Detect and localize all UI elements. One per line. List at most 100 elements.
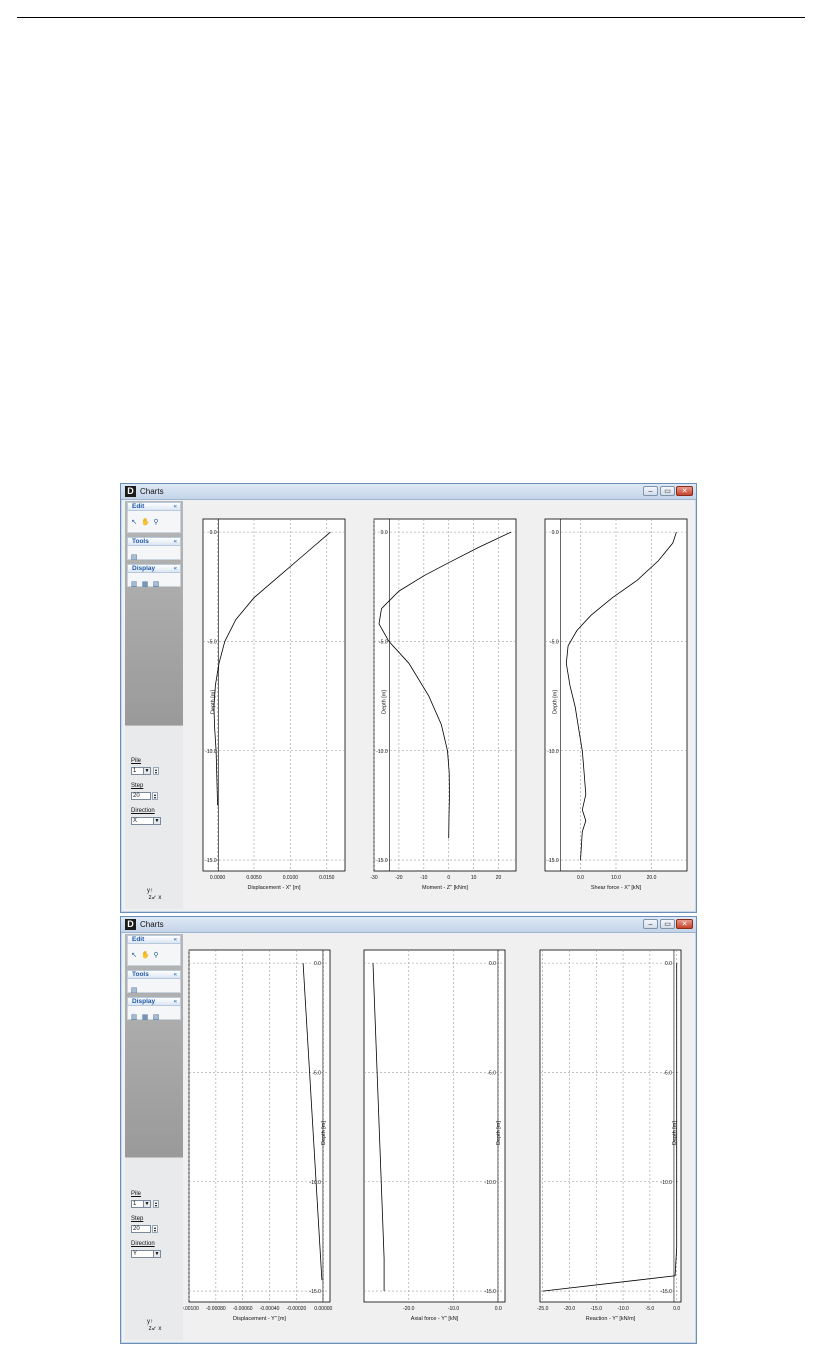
y-axis-label: Depth [m] xyxy=(321,1121,327,1145)
tools-panel: ▤ xyxy=(127,979,181,995)
tools-panel-label: Tools xyxy=(132,538,149,545)
chart-3: -0.00100 -0.00080 -0.00060 -0.00040 -0.00020… xyxy=(179,949,333,1322)
x-axis-label: Axial force - Y" [kN] xyxy=(411,1316,459,1322)
charts-window-y: D Charts – ▭ ✕ Edit « ↖✋⚲ ⚲⚲ Tools « ▤ D… xyxy=(120,916,697,1344)
sidebar: Edit « ↖✋⚲ ⚲⚲ Tools « ▤ Display « ▥▦▧ Pi… xyxy=(125,934,183,1340)
y-tick-label: 0.0 xyxy=(381,530,388,536)
window-title: Charts xyxy=(140,920,164,929)
x-tick-label: -0.00040 xyxy=(260,1306,280,1312)
pan-hand-icon[interactable]: ✋ xyxy=(141,952,150,960)
collapse-icon[interactable]: « xyxy=(174,971,177,979)
select-arrow-icon[interactable]: ↖ xyxy=(130,952,138,960)
export-icon[interactable]: ▤ xyxy=(130,987,138,995)
edit-panel-label: Edit xyxy=(132,936,145,943)
sidebar: Edit « ↖✋⚲ ⚲⚲ Tools « ▤ Display « ▥▦▧ Pi… xyxy=(125,501,183,909)
chevron-down-icon[interactable]: ▼ xyxy=(143,1200,151,1208)
x-tick-label: 0.0 xyxy=(673,1306,680,1312)
chart-1: -30 -20 -10 0 10 20 0.0 -5.0 -10.0 -15.0 Depth [m]… xyxy=(370,518,517,891)
y-tick-label: -10.0 xyxy=(376,749,388,755)
x-tick-label: 0.0 xyxy=(577,875,584,881)
zoom-icon[interactable]: ⚲ xyxy=(152,952,160,960)
display-panel-header[interactable]: Display « xyxy=(127,997,181,1006)
close-button[interactable]: ✕ xyxy=(676,486,693,496)
edit-panel: ↖✋⚲ ⚲⚲ xyxy=(127,944,181,977)
x-tick-label: -0.00080 xyxy=(206,1306,226,1312)
app-logo-icon: D xyxy=(125,919,136,930)
tools-panel-label: Tools xyxy=(132,971,149,978)
minimize-button[interactable]: – xyxy=(643,486,658,496)
edit-panel-header[interactable]: Edit « xyxy=(127,502,181,511)
x-tick-label: 20.0 xyxy=(647,875,657,881)
x-tick-label: 0.00000 xyxy=(314,1306,332,1312)
x-tick-label: 0.0050 xyxy=(246,875,262,881)
select-arrow-icon[interactable]: ↖ xyxy=(130,519,138,527)
collapse-icon[interactable]: « xyxy=(174,936,177,944)
print-chart-icon[interactable]: ▧ xyxy=(152,1014,160,1022)
x-tick-label: -0.00020 xyxy=(287,1306,307,1312)
step-input[interactable]: 20 xyxy=(131,792,151,800)
restore-button[interactable]: ▭ xyxy=(660,919,675,929)
y-tick-label: -5.0 xyxy=(487,1070,496,1076)
tools-panel: ▤ xyxy=(127,546,181,562)
pile-spinner[interactable]: ▴ ▾ xyxy=(153,1200,159,1208)
x-axis-label: Displacement - Y" [m] xyxy=(233,1316,286,1322)
x-tick-label: 0.0150 xyxy=(319,875,335,881)
chevron-down-icon[interactable]: ▼ xyxy=(153,817,161,825)
direction-label: Direction xyxy=(131,1241,155,1247)
collapse-icon[interactable]: « xyxy=(174,503,177,511)
x-axis-label: Displacement - X" [m] xyxy=(248,885,301,891)
x-tick-label: 20 xyxy=(496,875,502,881)
tools-panel-header[interactable]: Tools « xyxy=(127,537,181,546)
copy-chart-icon[interactable]: ▦ xyxy=(141,1014,149,1022)
collapse-icon[interactable]: « xyxy=(174,538,177,546)
x-tick-label: -30 xyxy=(370,875,377,881)
pan-hand-icon[interactable]: ✋ xyxy=(141,519,150,527)
step-spinner[interactable]: ▴ ▾ xyxy=(152,792,158,800)
chart-layout-icon[interactable]: ▥ xyxy=(130,581,138,589)
print-chart-icon[interactable]: ▧ xyxy=(152,581,160,589)
x-tick-label: -20.0 xyxy=(564,1306,576,1312)
app-logo-icon: D xyxy=(125,486,136,497)
pile-label: Pile xyxy=(131,1191,142,1197)
x-axis-label: Moment - Z" [kNm] xyxy=(422,885,468,891)
x-tick-label: 10 xyxy=(471,875,477,881)
edit-panel-label: Edit xyxy=(132,503,145,510)
collapse-icon[interactable]: « xyxy=(174,998,177,1006)
step-spinner[interactable]: ▴ ▾ xyxy=(152,1225,158,1233)
x-tick-label: -0.00060 xyxy=(233,1306,253,1312)
plot-frame xyxy=(373,518,517,872)
edit-panel-header[interactable]: Edit « xyxy=(127,935,181,944)
y-tick-label: -5.0 xyxy=(379,639,388,645)
chevron-down-icon[interactable]: ▼ xyxy=(143,767,151,775)
plot-frame xyxy=(539,949,682,1303)
x-tick-label: -5.0 xyxy=(646,1306,655,1312)
chart-2: 0.0 10.0 20.0 0.0 -5.0 -10.0 -15.0 Depth [m] She… xyxy=(544,518,688,891)
zoom-icon[interactable]: ⚲ xyxy=(152,519,160,527)
collapse-icon[interactable]: « xyxy=(174,565,177,573)
export-icon[interactable]: ▤ xyxy=(130,554,138,562)
plot-frame xyxy=(363,949,506,1303)
minimize-button[interactable]: – xyxy=(643,919,658,929)
chart-area: 0.0000 0.0050 0.0100 0.0150 0.0 -5.0 -10.0 -15.… xyxy=(183,501,694,909)
pile-label: Pile xyxy=(131,758,142,764)
close-button[interactable]: ✕ xyxy=(676,919,693,929)
restore-button[interactable]: ▭ xyxy=(660,486,675,496)
tools-panel-header[interactable]: Tools « xyxy=(127,970,181,979)
y-tick-label: -10.0 xyxy=(310,1180,322,1186)
y-tick-label: -15.0 xyxy=(310,1289,322,1295)
chevron-down-icon[interactable]: ▼ xyxy=(153,1250,161,1258)
pile-spinner[interactable]: ▴ ▾ xyxy=(153,767,159,775)
y-tick-label: -10.0 xyxy=(205,749,217,755)
y-tick-label: -5.0 xyxy=(312,1070,321,1076)
x-tick-label: -10.0 xyxy=(617,1306,629,1312)
step-input[interactable]: 20 xyxy=(131,1225,151,1233)
copy-chart-icon[interactable]: ▦ xyxy=(141,581,149,589)
y-axis-label: Depth [m] xyxy=(211,690,217,714)
y-tick-label: -15.0 xyxy=(661,1289,673,1295)
y-axis-label: Depth [m] xyxy=(496,1121,502,1145)
y-tick-label: 0.0 xyxy=(665,961,672,967)
x-tick-label: -25.0 xyxy=(537,1306,549,1312)
chart-layout-icon[interactable]: ▥ xyxy=(130,1014,138,1022)
x-axis-label: Reaction - Y" [kN/m] xyxy=(586,1316,636,1322)
display-panel-header[interactable]: Display « xyxy=(127,564,181,573)
